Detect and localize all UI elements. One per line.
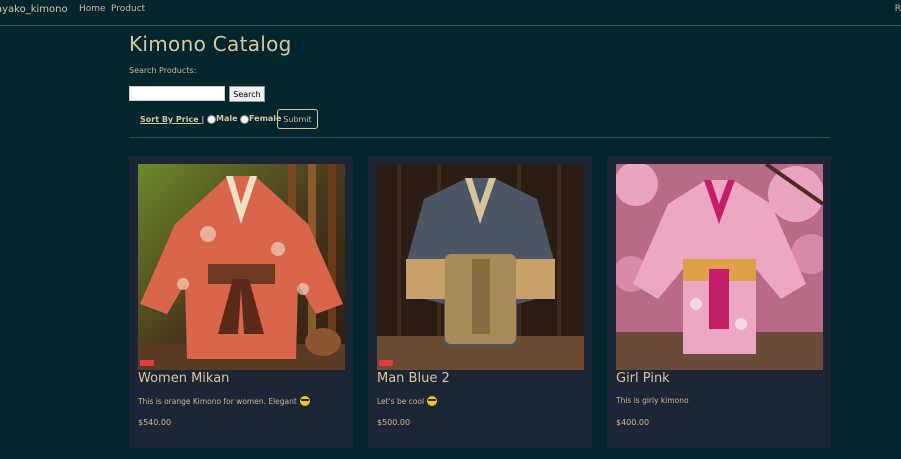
navbar: ayako_kimono Home Product R (0, 0, 901, 26)
brand-logo[interactable]: ayako_kimono (0, 4, 68, 15)
male-radio[interactable] (207, 115, 216, 124)
product-description: Let's be cool (377, 396, 438, 406)
product-description-text: Let's be cool (377, 396, 425, 406)
product-name[interactable]: Man Blue 2 (377, 371, 450, 386)
pink-kimono-photo[interactable] (616, 164, 823, 370)
product-card[interactable]: Girl Pink This is girly kimono $400.00 (607, 156, 831, 448)
product-name[interactable]: Women Mikan (138, 371, 229, 386)
sunglasses-emoji-icon (427, 396, 438, 406)
nav-link-right[interactable]: R (895, 4, 901, 14)
search-label: Search Products: (129, 66, 197, 75)
search-button[interactable]: Search (229, 86, 265, 102)
divider (129, 137, 830, 138)
female-radio[interactable] (240, 115, 249, 124)
product-price: $540.00 (138, 418, 172, 427)
product-description: This is orange Kimono for women. Elegant (138, 396, 310, 406)
blue-kimono-photo[interactable] (377, 164, 584, 370)
sunglasses-emoji-icon (299, 396, 310, 406)
product-description: This is girly kimono (616, 396, 689, 405)
product-description-text: This is girly kimono (616, 396, 689, 405)
submit-button[interactable]: Submit (277, 109, 318, 129)
nav-link-home[interactable]: Home (79, 4, 106, 14)
product-name[interactable]: Girl Pink (616, 371, 670, 386)
product-price: $500.00 (377, 418, 411, 427)
orange-kimono-photo[interactable] (138, 164, 345, 370)
product-description-text: This is orange Kimono for women. Elegant (138, 396, 297, 406)
male-radio-label: Male (216, 114, 238, 123)
search-input[interactable] (129, 86, 225, 101)
page-title: Kimono Catalog (129, 32, 292, 56)
product-card[interactable]: Man Blue 2 Let's be cool $500.00 (368, 156, 592, 448)
product-price: $400.00 (616, 418, 650, 427)
nav-link-product[interactable]: Product (111, 4, 145, 14)
sort-by-price-link[interactable]: Sort By Price | (140, 115, 204, 124)
product-card[interactable]: Women Mikan This is orange Kimono for wo… (129, 156, 353, 448)
